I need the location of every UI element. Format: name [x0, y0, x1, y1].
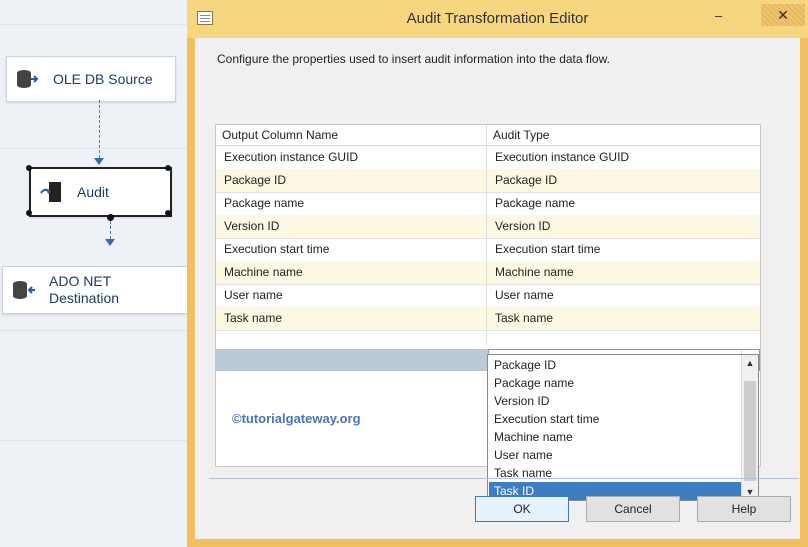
output-column-cell[interactable]: Task name — [224, 311, 282, 325]
database-destination-icon — [13, 281, 35, 299]
data-flow-path[interactable] — [110, 221, 111, 239]
table-row[interactable]: Machine name Machine name — [216, 261, 760, 285]
audit-type-cell[interactable]: Execution start time — [495, 242, 600, 256]
output-column-cell[interactable]: Version ID — [224, 219, 279, 233]
resize-handle[interactable] — [165, 165, 171, 171]
table-row[interactable]: User name User name — [216, 284, 760, 308]
audit-type-cell[interactable]: Version ID — [495, 219, 550, 233]
audit-transform-icon — [40, 182, 61, 202]
output-column-cell[interactable]: Execution instance GUID — [224, 150, 358, 164]
component-label: Destination — [49, 290, 120, 306]
watermark-text: ©tutorialgateway.org — [232, 411, 361, 426]
help-button[interactable]: Help — [697, 496, 791, 522]
description-text: Configure the properties used to insert … — [217, 52, 610, 66]
arrow-down-icon — [105, 239, 115, 246]
close-button[interactable]: ✕ — [761, 4, 805, 26]
design-surface: OLE DB Source Audit ADO NET Destination — [0, 0, 188, 547]
database-source-icon — [17, 70, 39, 88]
audit-component[interactable]: Audit — [29, 167, 172, 217]
resize-handle[interactable] — [165, 210, 171, 216]
list-item[interactable]: Package name — [489, 374, 742, 392]
scroll-thumb[interactable] — [744, 381, 756, 481]
cancel-button[interactable]: Cancel — [586, 496, 680, 522]
resize-handle[interactable] — [26, 210, 32, 216]
component-label: OLE DB Source — [53, 71, 153, 87]
column-divider — [486, 125, 487, 346]
minimize-button[interactable]: ‒ — [715, 8, 722, 23]
output-column-cell[interactable]: Machine name — [224, 265, 303, 279]
column-header-output-column-name[interactable]: Output Column Name — [222, 128, 338, 142]
audit-type-cell[interactable]: Task name — [495, 311, 553, 325]
separator — [209, 478, 799, 479]
component-label: Audit — [77, 184, 109, 200]
list-item[interactable]: User name — [489, 446, 742, 464]
title-bar[interactable]: Audit Transformation Editor ‒ ✕ — [187, 0, 808, 38]
dialog-body: Configure the properties used to insert … — [195, 38, 800, 539]
component-label: ADO NET — [49, 273, 112, 289]
list-item[interactable]: Execution start time — [489, 410, 742, 428]
ole-db-source-component[interactable]: OLE DB Source — [6, 56, 176, 102]
resize-handle[interactable] — [26, 165, 32, 171]
column-header-audit-type[interactable]: Audit Type — [493, 128, 549, 142]
table-row[interactable]: Package name Package name — [216, 192, 760, 216]
ok-button[interactable]: OK — [475, 496, 569, 522]
table-row[interactable]: Task name Task name — [216, 307, 760, 331]
list-item[interactable]: Task name — [489, 464, 742, 482]
audit-type-cell[interactable]: Package name — [495, 196, 575, 210]
output-column-cell[interactable]: Package ID — [224, 173, 286, 187]
data-flow-path[interactable] — [99, 100, 100, 158]
audit-type-cell[interactable]: User name — [495, 288, 554, 302]
output-column-cell[interactable]: Package name — [224, 196, 304, 210]
new-row-output-column-cell[interactable] — [216, 349, 488, 371]
arrow-down-icon — [94, 158, 104, 165]
ado-net-destination-component[interactable]: ADO NET Destination — [2, 266, 188, 314]
output-connector[interactable] — [107, 214, 114, 221]
list-item[interactable]: Machine name — [489, 428, 742, 446]
audit-type-cell[interactable]: Machine name — [495, 265, 574, 279]
audit-type-cell[interactable]: Execution instance GUID — [495, 150, 629, 164]
table-row[interactable]: Package ID Package ID — [216, 169, 760, 193]
output-column-cell[interactable]: Execution start time — [224, 242, 329, 256]
scroll-up-icon[interactable]: ▲ — [742, 355, 758, 371]
table-row[interactable]: Version ID Version ID — [216, 215, 760, 239]
list-item[interactable]: Package ID — [489, 356, 742, 374]
grid-header: Output Column Name Audit Type — [216, 125, 760, 146]
audit-transformation-editor-dialog: Audit Transformation Editor ‒ ✕ Configur… — [187, 0, 808, 547]
list-item[interactable]: Version ID — [489, 392, 742, 410]
output-column-cell[interactable]: User name — [224, 288, 283, 302]
table-row[interactable]: Execution instance GUID Execution instan… — [216, 146, 760, 170]
audit-type-cell[interactable]: Package ID — [495, 173, 557, 187]
table-row[interactable]: Execution start time Execution start tim… — [216, 238, 760, 262]
